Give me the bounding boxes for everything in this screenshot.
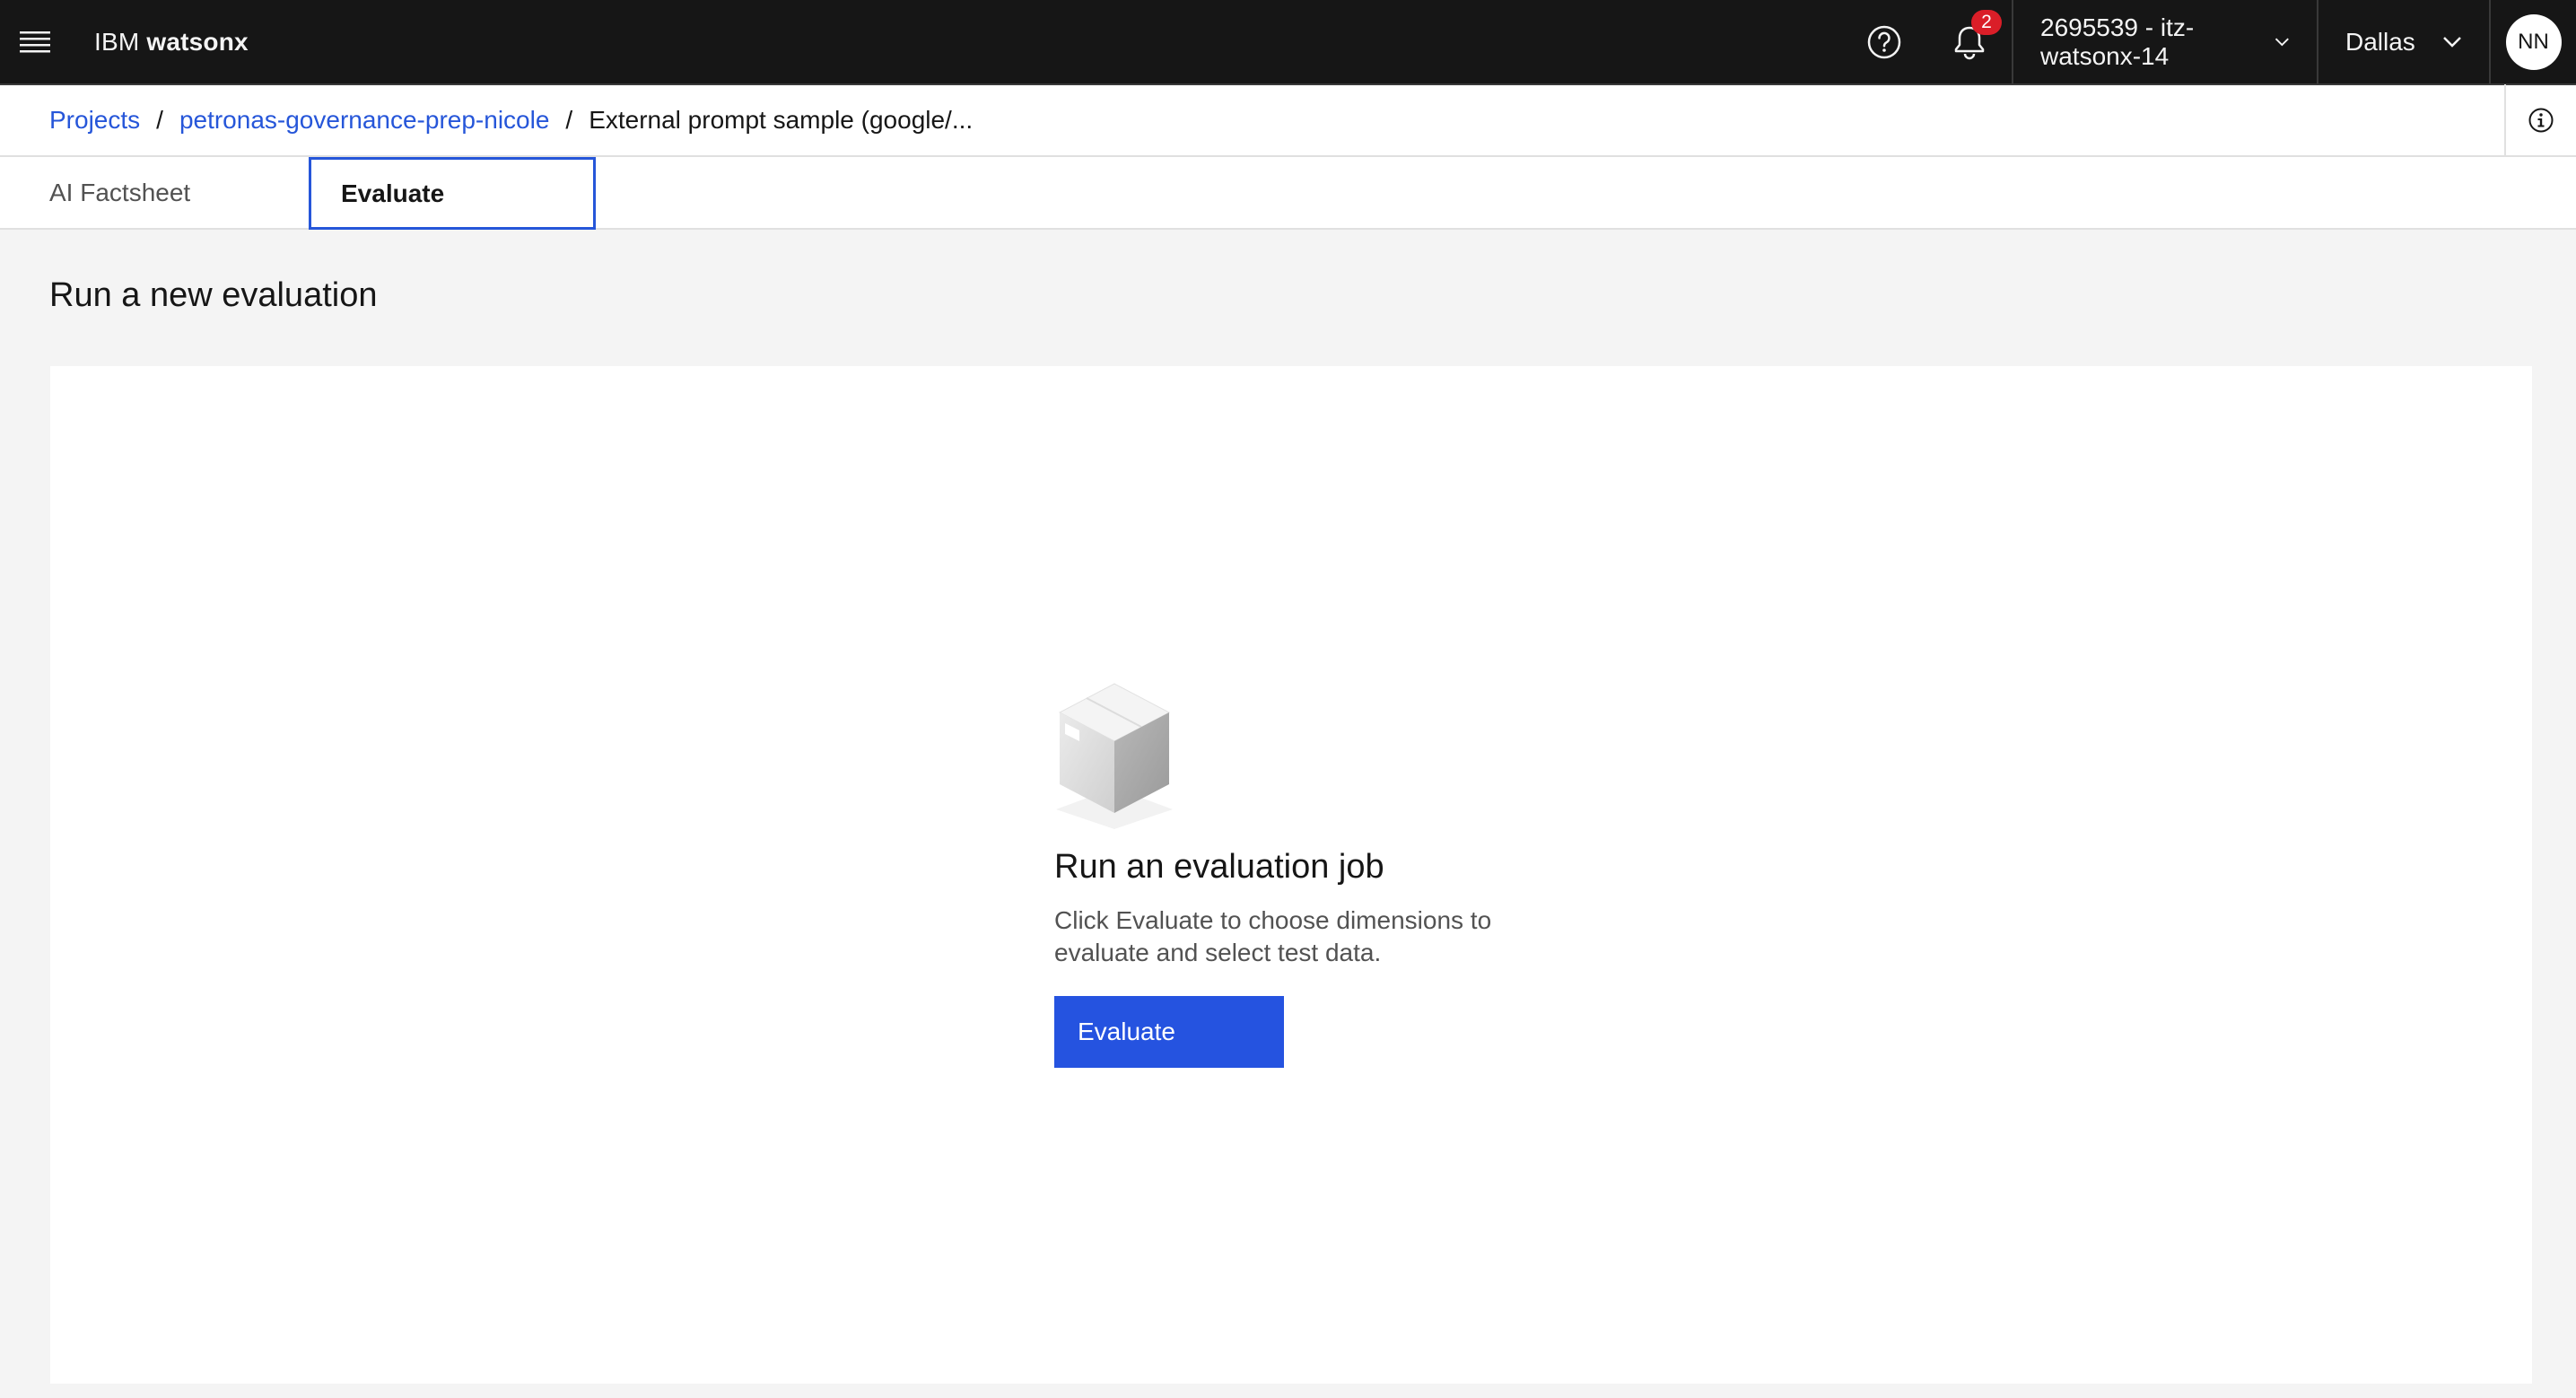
breadcrumb-project[interactable]: petronas-governance-prep-nicole xyxy=(179,106,549,135)
top-header: IBM watsonx 2 2695539 - itz-watsonx-14 D… xyxy=(0,0,2576,85)
hamburger-menu-button[interactable] xyxy=(0,0,69,84)
notifications-button[interactable]: 2 xyxy=(1926,0,2012,84)
empty-state: Run an evaluation job Click Evaluate to … xyxy=(1054,682,1593,1068)
brand-name: watsonx xyxy=(146,27,249,56)
chevron-down-icon xyxy=(2275,38,2290,46)
notification-badge: 2 xyxy=(1971,10,2002,35)
breadcrumb-bar: Projects / petronas-governance-prep-nico… xyxy=(0,84,2576,157)
info-icon xyxy=(2528,108,2554,133)
help-button[interactable] xyxy=(1841,0,1926,84)
hamburger-menu-icon xyxy=(19,31,50,52)
account-label: 2695539 - itz-watsonx-14 xyxy=(2040,13,2195,70)
user-avatar-button[interactable]: NN xyxy=(2491,0,2576,84)
breadcrumb-current: External prompt sample (google/... xyxy=(589,106,974,134)
empty-state-description: Click Evaluate to choose dimensions to e… xyxy=(1054,906,1492,966)
avatar: NN xyxy=(2505,13,2562,70)
product-name[interactable]: IBM watsonx xyxy=(94,28,249,57)
tab-ai-factsheet[interactable]: AI Factsheet xyxy=(20,157,309,230)
region-label: Dallas xyxy=(2345,27,2415,56)
help-icon xyxy=(1867,25,1900,58)
breadcrumb-separator: / xyxy=(565,106,573,134)
tab-list: AI Factsheet Evaluate xyxy=(0,157,2576,230)
tab-evaluate[interactable]: Evaluate xyxy=(309,157,596,230)
page-title: Run a new evaluation xyxy=(49,276,378,314)
info-button[interactable] xyxy=(2504,84,2576,156)
chevron-down-icon xyxy=(2443,36,2461,48)
breadcrumb-separator: / xyxy=(156,106,163,134)
brand-prefix: IBM xyxy=(94,27,140,56)
breadcrumb: Projects / petronas-governance-prep-nico… xyxy=(49,106,973,135)
breadcrumb-projects[interactable]: Projects xyxy=(49,106,140,135)
evaluate-button[interactable]: Evaluate xyxy=(1054,996,1284,1068)
region-switcher[interactable]: Dallas xyxy=(2318,0,2489,84)
empty-state-title: Run an evaluation job xyxy=(1054,848,1384,886)
account-switcher[interactable]: 2695539 - itz-watsonx-14 xyxy=(2013,0,2317,84)
box-illustration-icon xyxy=(1056,683,1173,829)
